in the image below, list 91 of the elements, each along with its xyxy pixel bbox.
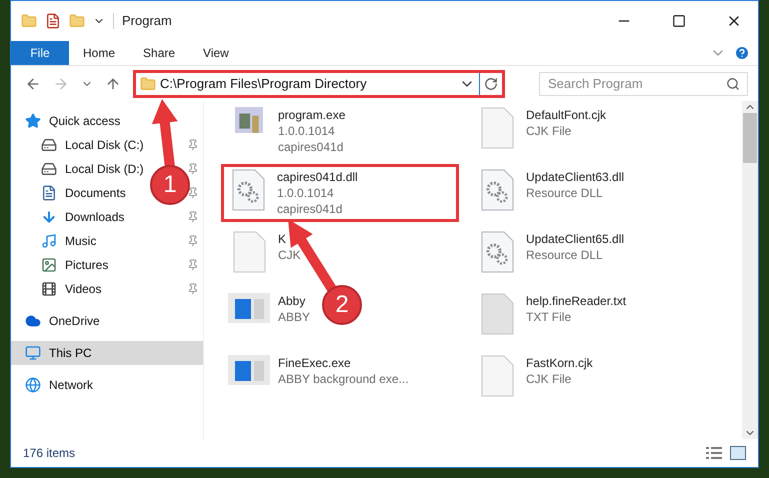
- address-bar[interactable]: C:\Program Files\Program Directory: [133, 70, 505, 98]
- maximize-icon[interactable]: [672, 14, 686, 28]
- file-item[interactable]: program.exe 1.0.0.1014 capires041d: [226, 107, 348, 155]
- file-detail: 1.0.0.1014: [278, 123, 336, 139]
- pin-icon[interactable]: [187, 139, 199, 151]
- pin-icon[interactable]: [187, 187, 199, 199]
- file-detail: TXT File: [526, 309, 572, 325]
- large-icons-view-icon[interactable]: [730, 446, 746, 460]
- file-item[interactable]: UpdateClient65.dll Resource DLL: [474, 231, 626, 273]
- file-icon: [232, 231, 266, 273]
- file-name: FastKorn.cjk: [526, 355, 593, 371]
- file-icon: [480, 355, 514, 397]
- file-detail: ABBY: [278, 309, 310, 325]
- file-name: help.fineReader.txt: [526, 293, 626, 309]
- globe-icon: [25, 377, 41, 393]
- file-detail: Resource DLL: [526, 247, 604, 263]
- back-icon[interactable]: [25, 76, 41, 92]
- picture-icon: [41, 257, 57, 273]
- scrollbar[interactable]: [742, 101, 758, 439]
- sidebar-item[interactable]: OneDrive: [25, 312, 100, 330]
- folder-icon: [140, 76, 156, 92]
- sidebar-item[interactable]: Local Disk (C:): [41, 136, 144, 154]
- ribbon-tab[interactable]: File: [11, 41, 69, 65]
- file-name: UpdateClient63.dll: [526, 169, 624, 185]
- sidebar-item[interactable]: Videos: [41, 280, 102, 298]
- file-detail: CJK File: [526, 371, 572, 387]
- help-icon[interactable]: [734, 45, 750, 61]
- file-name: program.exe: [278, 107, 346, 123]
- ribbon-tab[interactable]: Home: [69, 41, 130, 65]
- file-detail: ABBY background exe...: [278, 371, 409, 387]
- pin-icon[interactable]: [187, 283, 199, 295]
- star-icon: [25, 113, 41, 129]
- pin-icon[interactable]: [187, 163, 199, 175]
- monitor-icon: [25, 345, 41, 361]
- sidebar-item[interactable]: Local Disk (D:): [41, 160, 144, 178]
- file-name: K: [278, 231, 288, 247]
- details-view-icon[interactable]: [706, 447, 722, 459]
- file-detail: capires041d: [277, 201, 344, 217]
- file-icon: [480, 293, 514, 335]
- file-name: FineExec.exe: [278, 355, 352, 371]
- gear-file-icon: [480, 169, 514, 211]
- search-field[interactable]: Search Program: [539, 72, 748, 96]
- window-app-icon: [228, 355, 270, 385]
- refresh-icon[interactable]: [484, 76, 498, 90]
- pin-icon[interactable]: [187, 211, 199, 223]
- file-name: capires041d.dll: [277, 169, 358, 185]
- film-icon: [41, 281, 57, 297]
- scroll-thumb[interactable]: [743, 113, 757, 163]
- file-name: UpdateClient65.dll: [526, 231, 624, 247]
- drive-icon: [41, 137, 57, 153]
- ribbon-tab[interactable]: Share: [129, 41, 190, 65]
- sidebar-item[interactable]: Quick access: [25, 112, 120, 130]
- file-item[interactable]: capires041d.dll 1.0.0.1014 capires041d: [221, 164, 459, 222]
- music-note-icon: [41, 233, 57, 249]
- file-item[interactable]: FineExec.exe ABBY background exe...: [226, 355, 411, 387]
- up-icon[interactable]: [105, 76, 121, 92]
- window-title: Program: [122, 12, 173, 30]
- file-item[interactable]: Abby ABBY: [226, 293, 312, 325]
- pin-icon[interactable]: [187, 235, 199, 247]
- gear-file-icon: [231, 169, 265, 211]
- file-detail: CJK File: [526, 123, 572, 139]
- file-name: Abby: [278, 293, 306, 309]
- file-detail: Resource DLL: [526, 185, 604, 201]
- cloud-icon: [25, 313, 41, 329]
- sidebar-item[interactable]: Music: [41, 232, 96, 250]
- sidebar-item[interactable]: Pictures: [41, 256, 108, 274]
- file-detail: CJK: [278, 247, 301, 263]
- drive-icon: [41, 161, 57, 177]
- file-item[interactable]: DefaultFont.cjk CJK File: [474, 107, 608, 149]
- file-item[interactable]: FastKorn.cjk CJK File: [474, 355, 595, 397]
- gear-file-icon: [480, 231, 514, 273]
- file-name: DefaultFont.cjk: [526, 107, 606, 123]
- file-icon: [480, 107, 514, 149]
- file-item[interactable]: help.fineReader.txt TXT File: [474, 293, 628, 335]
- window-app-icon: [228, 293, 270, 323]
- sidebar-item[interactable]: This PC: [25, 344, 92, 362]
- pin-icon[interactable]: [187, 259, 199, 271]
- sidebar-item[interactable]: Documents: [41, 184, 126, 202]
- sidebar-item[interactable]: Downloads: [41, 208, 124, 226]
- item-count: 176 items: [23, 445, 76, 462]
- file-detail: capires041d: [278, 139, 344, 155]
- program-icon: [235, 107, 263, 133]
- search-icon[interactable]: [726, 76, 740, 90]
- file-item[interactable]: UpdateClient63.dll Resource DLL: [474, 169, 626, 211]
- ribbon-tab[interactable]: View: [189, 41, 243, 65]
- download-icon: [41, 209, 57, 225]
- properties-icon[interactable]: [45, 13, 61, 29]
- sidebar-item[interactable]: Network: [25, 376, 94, 394]
- document-icon: [41, 185, 57, 201]
- file-detail: 1.0.0.1014: [277, 185, 335, 201]
- file-item[interactable]: K CJK: [226, 231, 303, 273]
